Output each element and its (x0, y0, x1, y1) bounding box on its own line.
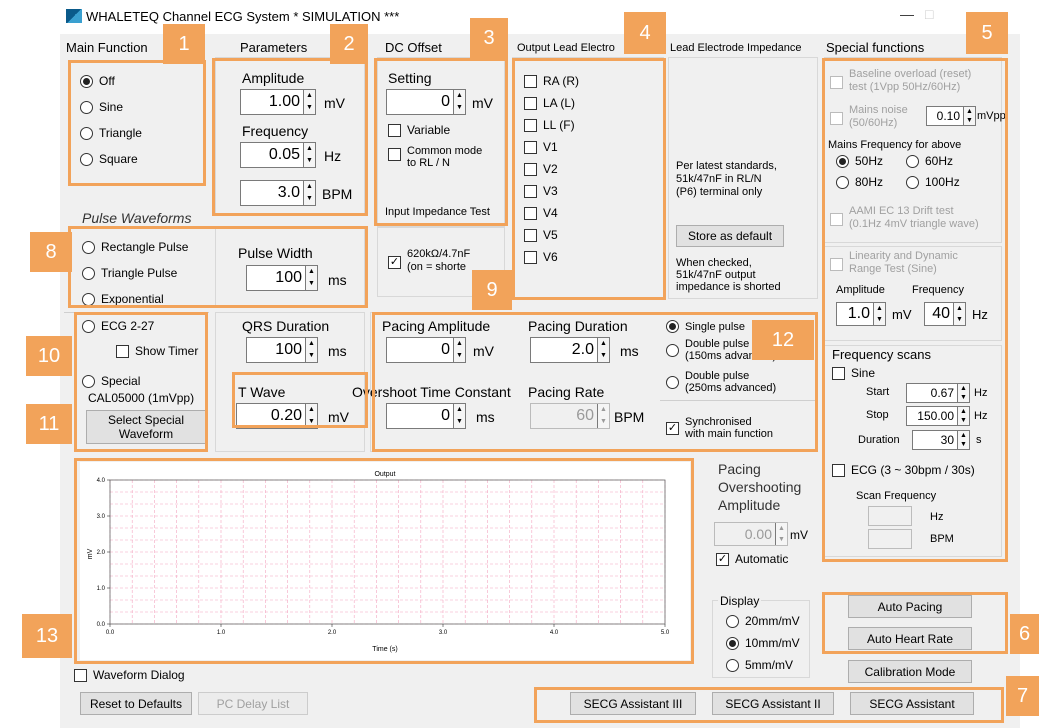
shorted-note-line1: When checked, (676, 257, 752, 269)
radio-20mm-label: 20mm/mV (745, 614, 800, 628)
annotation-badge-3: 3 (470, 18, 508, 58)
radio-10mm-label: 10mm/mV (745, 636, 800, 650)
os-amp-line3: Amplitude (718, 497, 781, 513)
checkbox-box-icon (74, 668, 87, 682)
maximize-button[interactable]: □ (925, 6, 933, 22)
display-label: Display (718, 594, 762, 608)
spinner-arrows-icon[interactable]: ▲ ▼ (305, 338, 317, 362)
impedance-checkbox[interactable]: ✓ 620kΩ/4.7nF (on = shorte (388, 248, 470, 274)
qrs-spinner[interactable]: 100 ▲ ▼ (246, 337, 318, 363)
checkmark-icon: ✓ (716, 552, 729, 566)
store-default-button[interactable]: Store as default (676, 225, 784, 247)
os-amp-line1: Pacing (718, 461, 761, 477)
calibration-mode-button[interactable]: Calibration Mode (848, 660, 972, 683)
special-functions-header: Special functions (826, 40, 925, 55)
annotation-box-13 (74, 458, 694, 664)
radio-dot-icon (726, 658, 739, 672)
annotation-badge-8: 8 (30, 232, 72, 272)
qrs-value: 100 (275, 341, 302, 358)
pulse-waveforms-header: Pulse Waveforms (82, 210, 192, 226)
qrs-label: QRS Duration (242, 318, 330, 334)
automatic-label: Automatic (735, 552, 789, 566)
impedance-label-line2: (on = shorte (407, 261, 467, 273)
annotation-box-1 (68, 60, 206, 186)
annotation-box-5 (822, 58, 1008, 562)
annotation-badge-10: 10 (26, 336, 72, 376)
annotation-box-10 (74, 312, 208, 452)
main-function-header: Main Function (66, 40, 148, 55)
radio-10mm[interactable]: 10mm/mV (726, 636, 800, 650)
qrs-unit: ms (328, 343, 347, 359)
lead-impedance-header: Lead Electrode Impedance (670, 42, 802, 54)
radio-5mm[interactable]: 5mm/mV (726, 658, 793, 672)
checkmark-icon: ✓ (388, 256, 401, 269)
annotation-box-2 (212, 58, 368, 216)
radio-dot-icon (726, 636, 739, 650)
os-amp-value: 0.00 (744, 526, 772, 542)
radio-dot-icon (726, 614, 739, 628)
impedance-note-line3: (P6) terminal only (676, 186, 763, 198)
os-amp-unit: mV (790, 528, 808, 542)
shorted-note-line2: 51k/47nF output (676, 269, 756, 281)
annotation-box-8 (68, 226, 368, 308)
impedance-note: Per latest standards, 51k/47nF in RL/N (P6… (676, 160, 777, 199)
spinner-arrows-icon[interactable]: ▲ ▼ (775, 523, 787, 545)
radio-20mm[interactable]: 20mm/mV (726, 614, 800, 628)
waveform-dialog-label: Waveform Dialog (93, 668, 185, 682)
annotation-box-7 (534, 687, 1004, 723)
radio-5mm-label: 5mm/mV (745, 658, 793, 672)
automatic-checkbox[interactable]: ✓ Automatic (716, 552, 788, 566)
output-lead-header: Output Lead Electro (517, 42, 615, 54)
annotation-box-4 (512, 58, 666, 300)
impedance-label: 620kΩ/4.7nF (on = shorte (407, 248, 470, 274)
annotation-box-11 (232, 372, 368, 428)
shorted-note-line3: impedance is shorted (676, 281, 781, 293)
pc-delay-list-button[interactable]: PC Delay List (198, 692, 308, 715)
annotation-badge-11: 11 (26, 404, 72, 444)
annotation-badge-7: 7 (1006, 676, 1039, 716)
annotation-badge-1: 1 (163, 24, 205, 64)
shorted-note: When checked, 51k/47nF output impedance is… (676, 257, 781, 293)
os-amp-line2: Overshooting (718, 479, 802, 495)
os-amp-label: Pacing Overshooting Amplitude (718, 460, 801, 514)
annotation-badge-13: 13 (22, 614, 72, 658)
impedance-label-line1: 620kΩ/4.7nF (407, 248, 471, 260)
annotation-badge-2: 2 (330, 24, 368, 64)
annotation-badge-12: 12 (752, 320, 814, 360)
impedance-note-line1: Per latest standards, (676, 160, 777, 172)
waveform-dialog-checkbox[interactable]: Waveform Dialog (74, 668, 185, 682)
parameters-header: Parameters (240, 40, 308, 55)
window-title: WHALETEQ Channel ECG System * SIMULATION… (86, 9, 400, 24)
impedance-note-line2: 51k/47nF in RL/N (676, 173, 762, 185)
annotation-box-3 (374, 58, 508, 226)
app-logo-icon (66, 9, 82, 23)
annotation-badge-6: 6 (1010, 614, 1039, 654)
dc-offset-header: DC Offset (385, 40, 442, 55)
annotation-badge-9: 9 (472, 270, 512, 310)
annotation-box-6 (822, 592, 1008, 654)
reset-defaults-button[interactable]: Reset to Defaults (80, 692, 192, 715)
minimize-button[interactable]: — (900, 6, 914, 22)
annotation-badge-5: 5 (966, 12, 1008, 54)
annotation-badge-4: 4 (624, 12, 666, 54)
os-amp-spinner[interactable]: 0.00 ▲ ▼ (714, 522, 788, 546)
